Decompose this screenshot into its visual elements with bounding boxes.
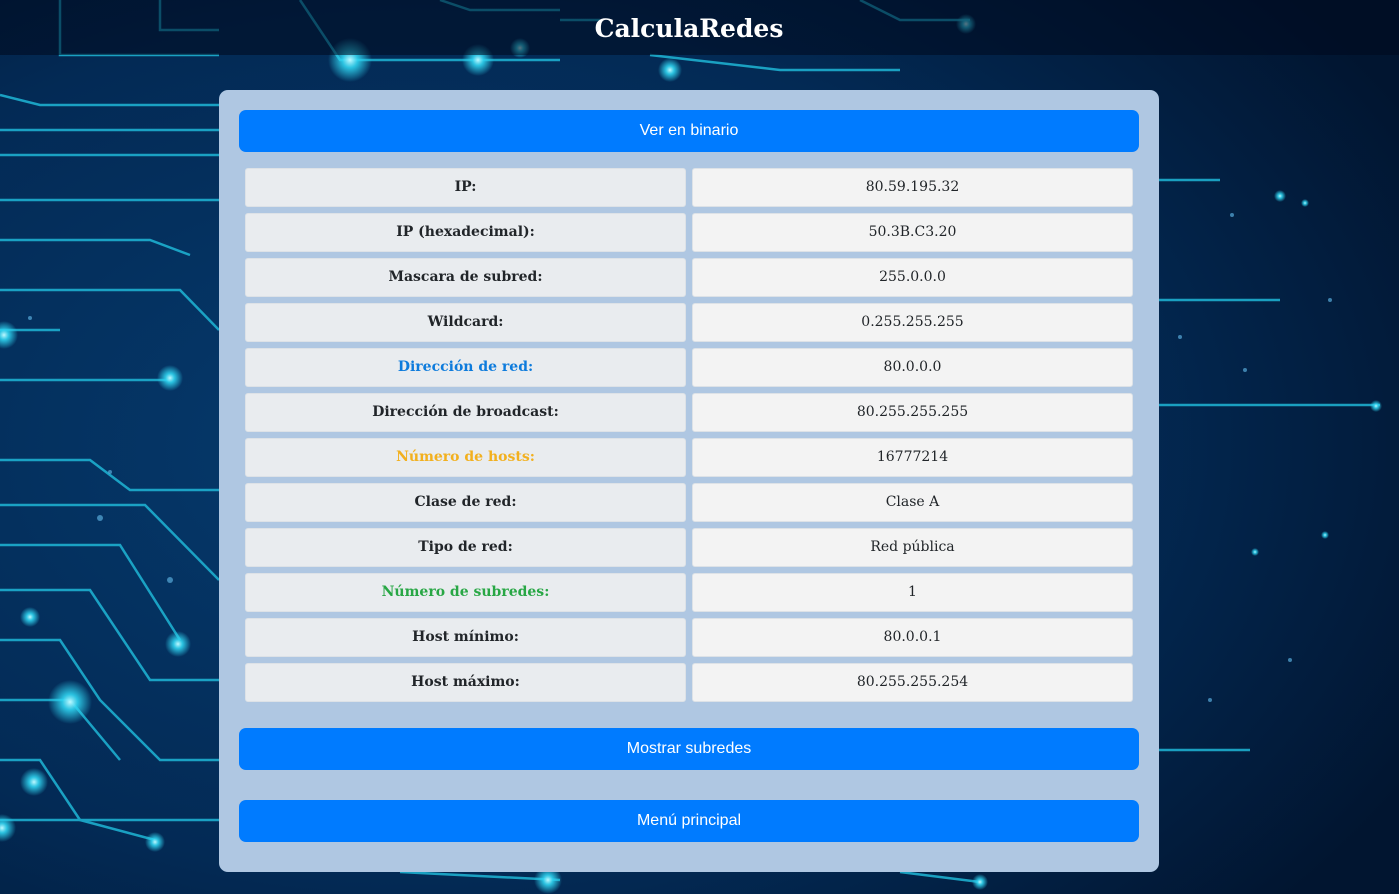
- results-panel: Ver en binario IP: 80.59.195.32 IP (hexade…: [219, 90, 1159, 872]
- row-value: 80.59.195.32: [692, 168, 1133, 207]
- row-value: 80.255.255.254: [692, 663, 1133, 702]
- row-label: Tipo de red:: [245, 528, 686, 567]
- row-label: Host máximo:: [245, 663, 686, 702]
- app-title: CalculaRedes: [594, 14, 784, 43]
- main-menu-button[interactable]: Menú principal: [239, 800, 1139, 842]
- table-row: Número de hosts: 16777214: [245, 438, 1133, 477]
- row-value: Clase A: [692, 483, 1133, 522]
- row-label: Clase de red:: [245, 483, 686, 522]
- row-label: Mascara de subred:: [245, 258, 686, 297]
- row-value: 80.0.0.1: [692, 618, 1133, 657]
- table-row: Wildcard: 0.255.255.255: [245, 303, 1133, 342]
- row-label: Dirección de red:: [245, 348, 686, 387]
- row-label: Host mínimo:: [245, 618, 686, 657]
- table-row: Host máximo: 80.255.255.254: [245, 663, 1133, 702]
- row-value: 1: [692, 573, 1133, 612]
- results-table: IP: 80.59.195.32 IP (hexadecimal): 50.3B.C3…: [245, 168, 1133, 708]
- row-label: Wildcard:: [245, 303, 686, 342]
- row-value: 80.0.0.0: [692, 348, 1133, 387]
- table-row: Clase de red: Clase A: [245, 483, 1133, 522]
- table-row: Número de subredes: 1: [245, 573, 1133, 612]
- table-row: Dirección de red: 80.0.0.0: [245, 348, 1133, 387]
- table-row: IP (hexadecimal): 50.3B.C3.20: [245, 213, 1133, 252]
- row-label: IP:: [245, 168, 686, 207]
- row-value: 0.255.255.255: [692, 303, 1133, 342]
- show-subnets-button[interactable]: Mostrar subredes: [239, 728, 1139, 770]
- row-label: Dirección de broadcast:: [245, 393, 686, 432]
- table-row: Tipo de red: Red pública: [245, 528, 1133, 567]
- row-label: Número de hosts:: [245, 438, 686, 477]
- table-row: IP: 80.59.195.32: [245, 168, 1133, 207]
- table-row: Dirección de broadcast: 80.255.255.255: [245, 393, 1133, 432]
- row-value: 50.3B.C3.20: [692, 213, 1133, 252]
- row-label: Número de subredes:: [245, 573, 686, 612]
- table-row: Mascara de subred: 255.0.0.0: [245, 258, 1133, 297]
- row-value: 16777214: [692, 438, 1133, 477]
- table-row: Host mínimo: 80.0.0.1: [245, 618, 1133, 657]
- row-value: 255.0.0.0: [692, 258, 1133, 297]
- view-binary-button[interactable]: Ver en binario: [239, 110, 1139, 152]
- row-value: Red pública: [692, 528, 1133, 567]
- row-label: IP (hexadecimal):: [245, 213, 686, 252]
- row-value: 80.255.255.255: [692, 393, 1133, 432]
